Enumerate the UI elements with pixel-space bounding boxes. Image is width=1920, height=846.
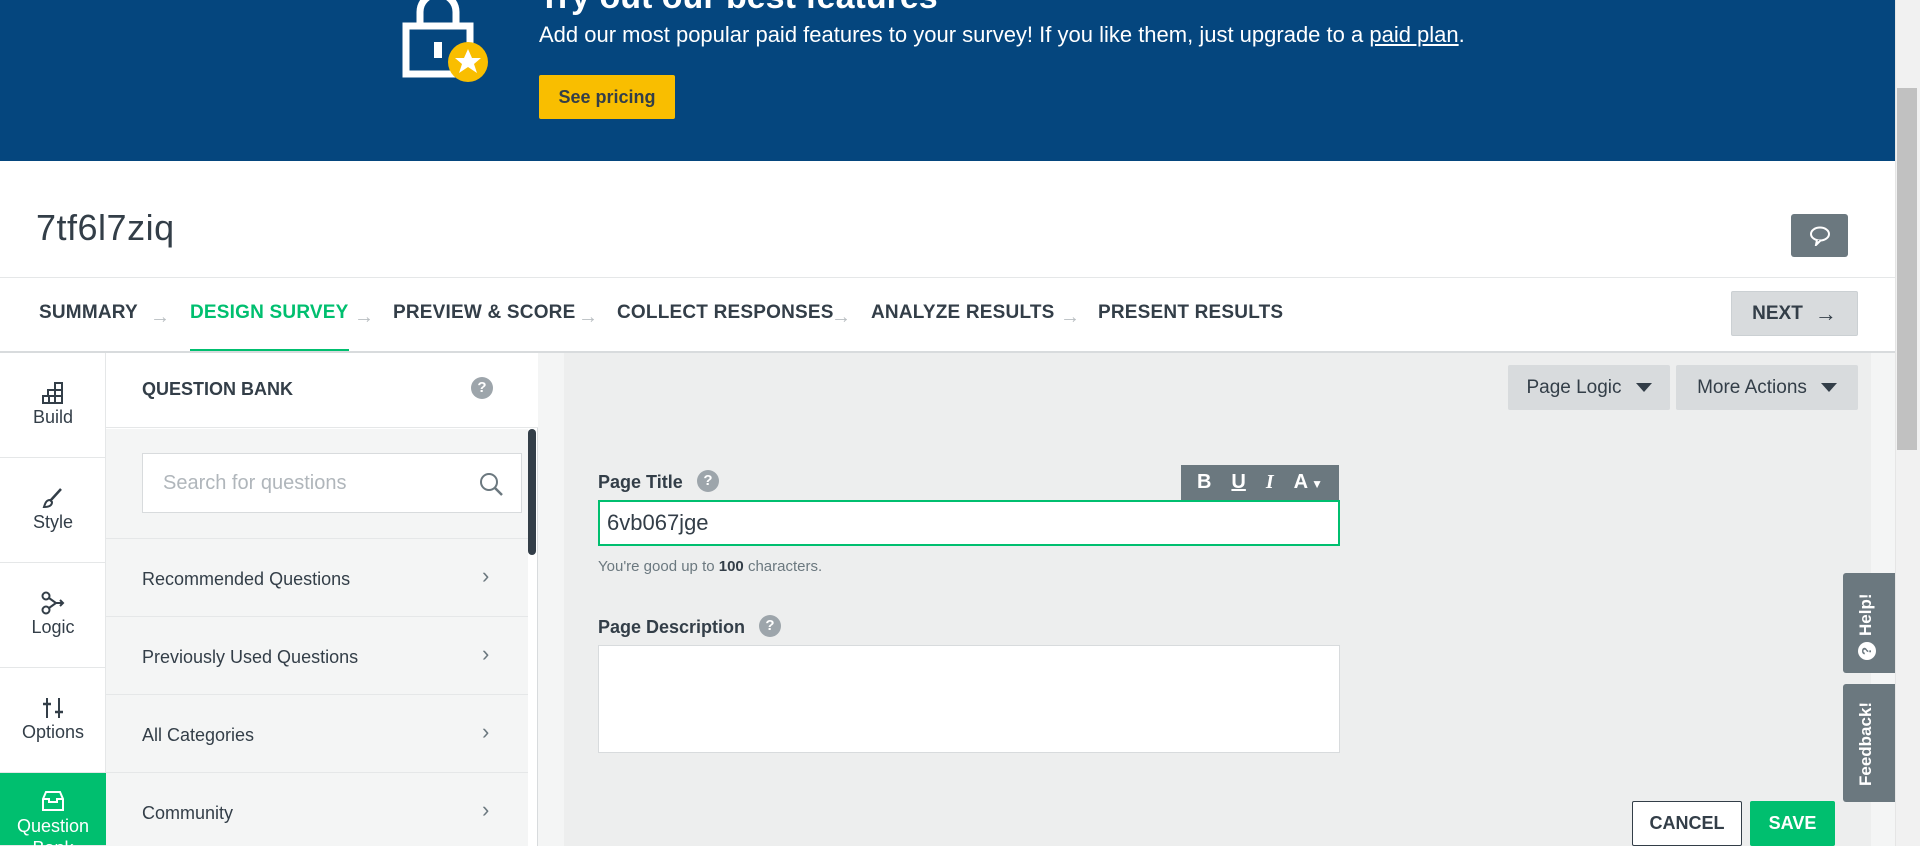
chevron-right-icon: › [482,641,490,666]
rail-logic[interactable]: Logic [0,563,106,668]
qb-item-label: Recommended Questions [142,569,351,589]
qb-item-label: Previously Used Questions [142,647,359,667]
rail-style-label: Style [32,512,74,532]
left-rail: Build Style Logic Options Question B [0,353,106,846]
underline-button[interactable]: U [1231,471,1245,494]
question-bank-panel: QUESTION BANK ? Recommended Questions › … [106,353,538,846]
question-bank-icon [42,791,64,811]
see-pricing-button[interactable]: See pricing [539,75,675,119]
rail-question-bank[interactable]: Question Bank [0,773,106,846]
search-icon[interactable] [478,471,504,497]
page-editor-area [564,353,1871,846]
page-description-label: Page Description [598,617,746,637]
question-bank-help-icon[interactable]: ? [471,377,493,399]
step-arrow-icon: → [1060,306,1080,328]
char-note-suffix: characters. [743,558,823,575]
rail-build[interactable]: Build [0,353,106,458]
lock-star-icon [402,0,488,82]
question-bank-scrollbar[interactable] [528,429,536,555]
step-arrow-icon: → [578,306,598,328]
rail-logic-label: Logic [31,617,75,637]
qb-item-label: All Categories [142,725,255,745]
qb-item-all-categories[interactable]: All Categories › [106,695,528,773]
qb-item-recommended[interactable]: Recommended Questions › [106,539,528,617]
comments-button[interactable] [1791,214,1848,257]
qb-item-label: Community [142,803,234,823]
banner-title: Try out our best features [539,0,938,17]
bold-button[interactable]: B [1197,471,1211,494]
page-title-label: Page Title [598,472,683,492]
help-tab[interactable]: ? Help! [1843,573,1895,673]
font-color-label: A [1293,471,1309,493]
page-logic-dropdown[interactable]: Page Logic [1508,365,1670,410]
step-analyze-results[interactable]: ANALYZE RESULTS [871,278,1055,352]
survey-canvas [538,353,1895,846]
step-collect-responses[interactable]: COLLECT RESPONSES [617,278,834,352]
question-bank-title: QUESTION BANK [142,379,294,399]
step-arrow-icon: → [354,306,374,328]
survey-steps-nav: SUMMARY → DESIGN SURVEY → PREVIEW & SCOR… [0,278,1895,352]
banner-text-prefix: Add our most popular paid features to yo… [539,22,1370,47]
caret-down-icon [1635,383,1652,392]
help-tab-label: Help! [1856,593,1875,637]
page-description-help-icon[interactable]: ? [759,615,781,637]
next-button[interactable]: NEXT → [1731,291,1858,336]
upgrade-banner: Try out our best features Add our most p… [0,0,1895,161]
save-button[interactable]: SAVE [1750,801,1835,846]
font-color-button[interactable]: A ▼ [1294,471,1323,494]
question-bank-list: Recommended Questions › Previously Used … [106,429,528,846]
build-icon [42,382,63,404]
qb-item-community[interactable]: Community › [106,773,528,846]
banner-text-suffix: . [1458,22,1465,47]
step-arrow-icon: → [150,306,170,328]
page-title-help-icon[interactable]: ? [697,470,719,492]
rail-options[interactable]: Options [0,668,106,773]
next-label: NEXT [1752,302,1803,324]
character-limit-note: You're good up to 100 characters. [598,558,822,575]
question-bank-header: QUESTION BANK ? [106,353,538,428]
rail-options-label: Options [21,722,85,742]
caret-down-icon [1820,383,1837,392]
question-search-area [106,429,528,539]
survey-title[interactable]: 7tf6l7ziq [36,207,175,249]
chevron-right-icon: › [482,797,490,822]
page-logic-label: Page Logic [1526,376,1622,398]
banner-text: Add our most popular paid features to yo… [539,22,1465,48]
char-note-prefix: You're good up to [598,558,719,575]
arrow-right-icon: → [1814,300,1837,326]
step-preview-score[interactable]: PREVIEW & SCORE [393,278,575,352]
logic-branch-icon [41,591,65,615]
question-search-input[interactable] [143,454,453,512]
more-actions-dropdown[interactable]: More Actions [1676,365,1858,410]
help-circle-icon: ? [1858,642,1876,660]
cancel-button[interactable]: CANCEL [1632,801,1742,846]
page-description-input[interactable] [598,645,1340,753]
char-limit: 100 [718,558,744,575]
rail-question-bank-label: Question Bank [16,816,90,846]
page-title-input[interactable] [598,500,1340,546]
paintbrush-icon [42,488,62,509]
paid-plan-link[interactable]: paid plan [1369,22,1458,47]
more-actions-label: More Actions [1697,376,1807,398]
step-summary[interactable]: SUMMARY [39,278,138,352]
step-design-survey[interactable]: DESIGN SURVEY [190,278,349,352]
caret-down-icon: ▼ [1311,477,1323,491]
feedback-tab-label: Feedback! [1856,701,1875,786]
rail-build-label: Build [32,407,74,427]
page-scrollbar-thumb[interactable] [1897,88,1917,450]
text-format-toolbar: B U I A ▼ [1181,465,1339,500]
step-present-results[interactable]: PRESENT RESULTS [1098,278,1283,352]
chevron-right-icon: › [482,719,490,744]
chevron-right-icon: › [482,563,490,588]
italic-button[interactable]: I [1266,471,1274,494]
rail-style[interactable]: Style [0,458,106,563]
question-search-box [142,453,522,513]
qb-item-previously-used[interactable]: Previously Used Questions › [106,617,528,695]
feedback-tab[interactable]: Feedback! [1843,684,1895,802]
comment-icon [1809,226,1830,246]
sliders-icon [43,698,63,718]
step-arrow-icon: → [831,306,851,328]
